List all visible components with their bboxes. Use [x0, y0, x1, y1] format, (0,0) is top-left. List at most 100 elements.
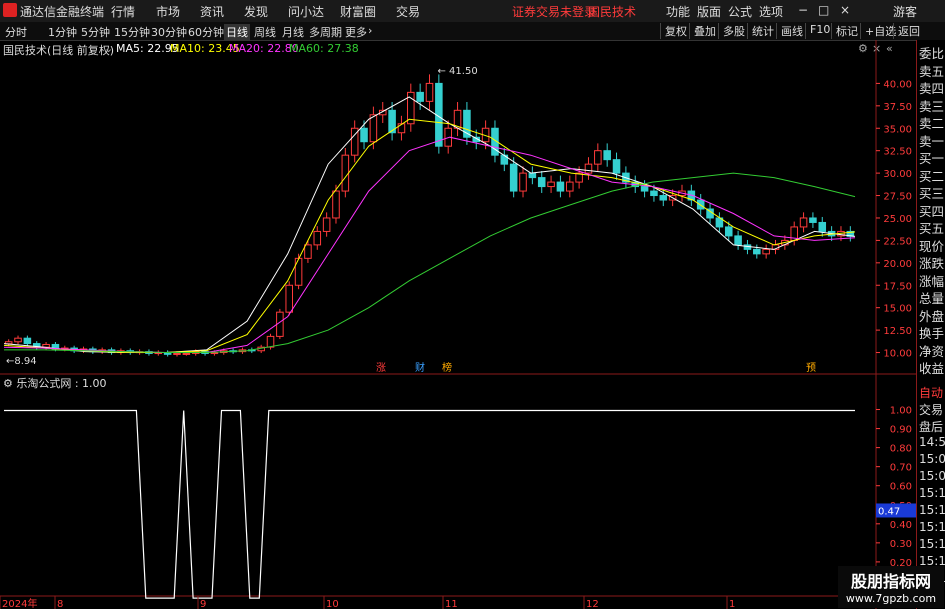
menu-formula[interactable]: 公式: [728, 3, 752, 20]
price-tick-label-1: 37.50: [883, 102, 912, 113]
mark-button[interactable]: 标记: [831, 23, 858, 39]
menu-discover[interactable]: 发现: [244, 3, 268, 20]
side-label-11: 现价: [919, 238, 945, 254]
price-tick-label-3: 32.50: [883, 147, 912, 158]
candle-body-54: [509, 163, 518, 192]
close-icon[interactable]: ×: [840, 3, 850, 17]
indicator-value-text: 0.47: [878, 506, 900, 517]
menu-layout[interactable]: 版面: [697, 3, 721, 20]
side-label-4: 卖二: [919, 116, 945, 131]
draw-line-button[interactable]: 画线: [776, 23, 803, 39]
add-watchlist-button[interactable]: +自选: [860, 23, 896, 39]
menu-options[interactable]: 选项: [759, 3, 783, 20]
price-tick-label-10: 15.00: [883, 304, 912, 315]
candle-body-85: [799, 217, 808, 228]
candle-body-65: [612, 159, 621, 174]
indicator-settings-icon[interactable]: ⚙: [3, 377, 16, 390]
price-tick-label-6: 25.00: [883, 214, 912, 225]
x-label-1: 8: [57, 599, 63, 609]
side-time-5: 15:01: [919, 469, 945, 483]
period-intraday[interactable]: 分时: [5, 24, 27, 40]
menu-news[interactable]: 资讯: [200, 3, 224, 20]
ind-tick-label-3: 0.70: [890, 463, 912, 474]
price-tick-label-7: 22.50: [883, 236, 912, 247]
side-time-1[interactable]: 交易: [919, 401, 943, 418]
period-daily[interactable]: 日线: [224, 24, 250, 40]
candle-body-55: [519, 172, 527, 192]
ind-tick-label-4: 0.60: [890, 482, 912, 493]
side-label-3: 卖三: [919, 98, 945, 114]
adjust-button[interactable]: 复权: [660, 23, 687, 39]
side-label-16: 换手: [919, 326, 945, 341]
period-5min[interactable]: 5分钟: [81, 24, 110, 40]
side-label-8: 买三: [919, 186, 945, 201]
candle-body-78: [734, 235, 742, 246]
candle-body-62: [584, 163, 593, 174]
candle-body-36: [341, 154, 350, 192]
f10-button[interactable]: F10: [805, 23, 830, 39]
menu-wealth[interactable]: 财富圈: [340, 3, 376, 20]
watermark-title: 股朋指标网: [850, 572, 931, 591]
side-label-18: 收益: [919, 361, 945, 376]
maximize-icon[interactable]: □: [818, 3, 829, 17]
chevron-right-icon[interactable]: ›: [368, 24, 372, 37]
signal-marker-2: 榜: [442, 361, 452, 374]
menu-quotes[interactable]: 行情: [111, 3, 135, 20]
period-15min[interactable]: 15分钟: [114, 24, 150, 40]
candle-body-33: [313, 230, 322, 246]
candle-body-35: [332, 190, 340, 219]
ind-tick-label-0: 1.00: [890, 406, 912, 417]
candle-body-87: [818, 221, 827, 232]
ind-tick-label-2: 0.80: [890, 444, 912, 455]
signal-marker-0: 涨: [376, 362, 386, 374]
period-monthly[interactable]: 月线: [282, 24, 304, 40]
indicator-label-text: 乐淘公式网 : 1.00: [16, 377, 107, 390]
menu-market[interactable]: 市场: [156, 3, 180, 20]
candle-body-39: [369, 114, 378, 143]
menu-ask[interactable]: 问小达: [288, 3, 324, 20]
side-time-0[interactable]: 自动: [919, 384, 943, 401]
minimize-icon[interactable]: −: [798, 3, 808, 17]
app-logo-icon: [3, 3, 17, 17]
side-label-17: 净资: [919, 343, 945, 359]
period-1min[interactable]: 1分钟: [48, 24, 77, 40]
side-time-3: 14:57: [919, 435, 945, 449]
period-60min[interactable]: 60分钟: [188, 24, 224, 40]
period-more[interactable]: 更多: [345, 24, 367, 40]
price-tick-label-8: 20.00: [883, 259, 912, 270]
candle-body-28: [266, 335, 275, 348]
kline-chart[interactable]: 40.00 37.50 35.00 32.50 30.00 27.50 25.00 22.50…: [0, 40, 916, 609]
x-label-0: 2024年: [2, 597, 37, 609]
side-label-0: 委比: [919, 46, 945, 61]
candle-body-59: [556, 181, 565, 192]
candle-body-30: [285, 284, 293, 313]
watermark-url: www.7gpzb.com: [845, 592, 937, 605]
side-label-13: 涨幅: [919, 273, 945, 289]
candle-body-69: [650, 190, 658, 197]
candle-body-32: [304, 244, 312, 259]
back-button[interactable]: 返回: [893, 23, 920, 39]
trade-login-notice[interactable]: 证券交易未登录: [512, 3, 596, 20]
candle-body-18: [173, 352, 181, 355]
side-label-6: 买一: [919, 151, 945, 166]
high-price-label: ← 41.50: [438, 66, 478, 77]
period-multi[interactable]: 多周期: [309, 24, 342, 40]
candle-body-56: [528, 172, 537, 179]
price-tick-label-11: 12.50: [883, 326, 912, 337]
guest-user[interactable]: 游客: [893, 3, 917, 20]
statistics-button[interactable]: 统计: [747, 23, 774, 39]
multi-stock-button[interactable]: 多股: [718, 23, 745, 39]
period-30min[interactable]: 30分钟: [151, 24, 187, 40]
period-weekly[interactable]: 周线: [254, 24, 276, 40]
menu-trade[interactable]: 交易: [396, 3, 420, 20]
overlay-button[interactable]: 叠加: [689, 23, 716, 39]
signal-marker-3: 预: [806, 362, 816, 374]
candle-body-68: [640, 186, 649, 192]
candle-body-70: [659, 195, 668, 201]
candle-body-31: [294, 257, 303, 286]
side-label-14: 总量: [919, 291, 945, 306]
x-label-3: 10: [326, 599, 339, 609]
menu-function[interactable]: 功能: [666, 3, 690, 20]
price-tick-label-2: 35.00: [883, 124, 912, 135]
side-time-2[interactable]: 盘后: [919, 418, 943, 435]
